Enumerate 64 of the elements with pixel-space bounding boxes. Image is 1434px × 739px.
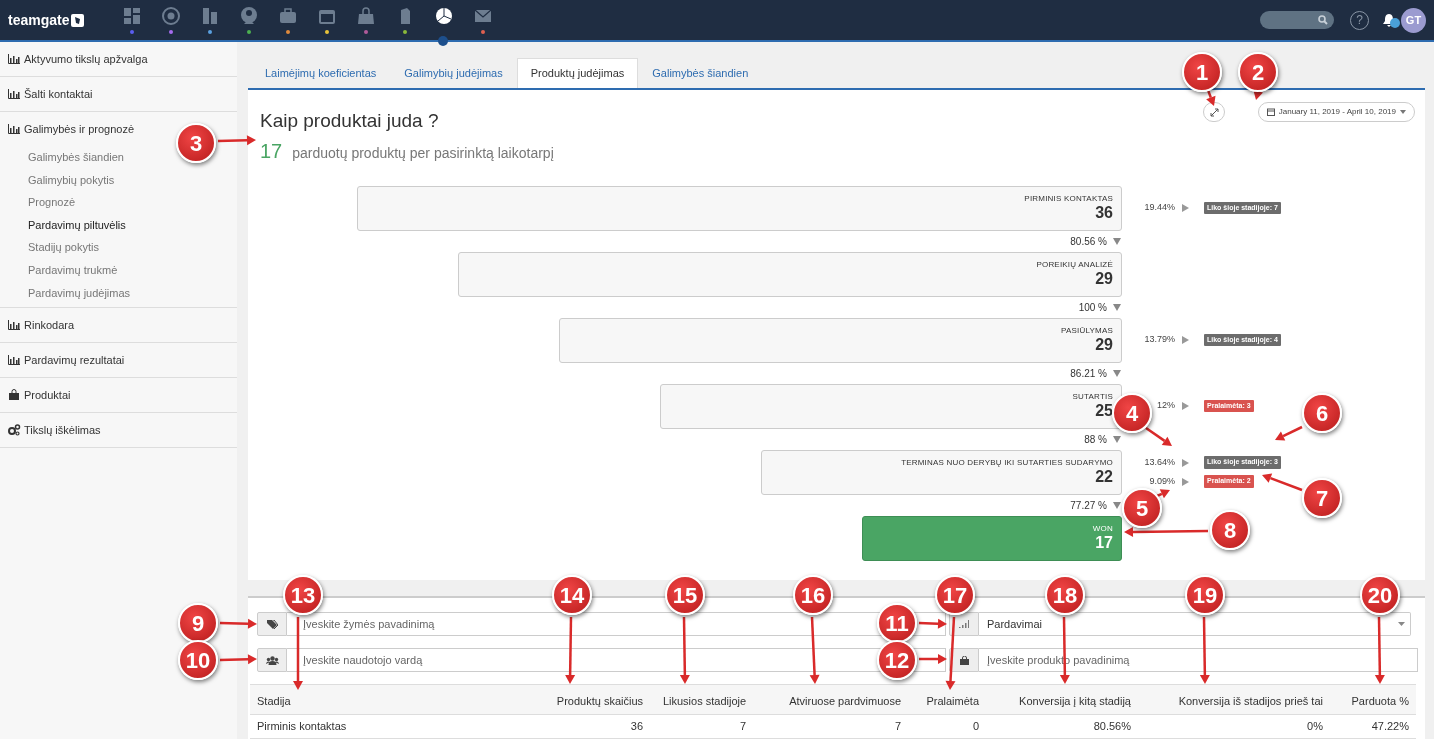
- sidebar-subitem[interactable]: Galimybės šiandien: [0, 146, 124, 169]
- column-header: Konversija iš stadijos prieš tai: [1138, 684, 1330, 715]
- conversion-rate: 88 %: [1084, 432, 1107, 447]
- sidebar-subitem[interactable]: Stadijų pokytis: [0, 236, 99, 259]
- table-cell: 7: [753, 714, 909, 739]
- sidebar-item[interactable]: Rinkodara: [0, 308, 83, 343]
- tab[interactable]: Galimybės šiandien: [638, 58, 763, 88]
- callout-number: 2: [1238, 52, 1278, 92]
- select-field[interactable]: Pardavimai: [979, 612, 1411, 636]
- count-caption: parduotų produktų per pasirinktą laikotarpį: [292, 143, 554, 163]
- table-cell: 47.22%: [1329, 714, 1416, 739]
- column-header: Likusios stadijoje: [650, 684, 754, 715]
- stage-name: POREIKIŲ ANALIZĖ: [1035, 259, 1113, 270]
- column-header: Parduota %: [1329, 684, 1416, 715]
- logo-text: teamgate: [8, 10, 70, 30]
- stage-count: 17: [1094, 533, 1113, 552]
- column-header: Pralaimėta: [908, 684, 986, 715]
- table-cell: 0%: [1138, 714, 1330, 739]
- drop-percent: 19.44%: [1143, 201, 1175, 215]
- stage-name: PASIŪLYMAS: [1060, 325, 1113, 336]
- stage-count: 22: [1094, 467, 1113, 486]
- stage-count: 29: [1094, 335, 1113, 354]
- table-cell: 80.56%: [986, 714, 1138, 739]
- sidebar-item[interactable]: Šalti kontaktai: [0, 77, 101, 111]
- table-cell: 0: [908, 714, 986, 739]
- sidebar-subitem[interactable]: Pardavimų trukmė: [0, 258, 118, 282]
- sidebar-subitem[interactable]: Prognozė: [0, 191, 76, 214]
- stage-name: PIRMINIS KONTAKTAS: [1023, 193, 1113, 204]
- table-cell: 36: [549, 714, 651, 739]
- drop-percent: 13.64%: [1143, 455, 1175, 469]
- drop-percent: 13.79%: [1143, 333, 1175, 347]
- drop-percent: 12%: [1156, 399, 1175, 413]
- sidebar-item[interactable]: Galimybės ir prognozė: [0, 112, 143, 146]
- drop-percent: 9.09%: [1148, 474, 1175, 488]
- stage-count: 36: [1094, 203, 1113, 222]
- callout-number: 1: [1182, 52, 1222, 92]
- sold-count: 17: [260, 138, 283, 164]
- column-header: Atviruose pardvimuose: [753, 684, 909, 715]
- column-header: Stadija: [250, 684, 550, 715]
- tab[interactable]: Laimėjimų koeficientas: [251, 58, 391, 88]
- conversion-rate: 100 %: [1078, 300, 1107, 315]
- stage-count: 29: [1094, 269, 1113, 288]
- table-cell: Pirminis kontaktas: [250, 714, 550, 739]
- conversion-rate: 86.21 %: [1070, 366, 1107, 381]
- sidebar-subitem[interactable]: Galimybių pokytis: [0, 168, 115, 192]
- sidebar-item[interactable]: Tikslų iškėlimas: [0, 413, 109, 448]
- table-cell: 7: [650, 714, 754, 739]
- sidebar-item[interactable]: Produktai: [0, 378, 79, 413]
- stage-count: 25: [1094, 401, 1113, 420]
- sidebar-subitem[interactable]: Pardavimų judėjimas: [0, 281, 131, 305]
- sidebar-item[interactable]: Pardavimų rezultatai: [0, 343, 133, 378]
- date-range-picker[interactable]: January 11, 2019 - April 10, 2019: [1257, 102, 1415, 122]
- conversion-rate: 80.56 %: [1070, 234, 1107, 249]
- sidebar-subitem[interactable]: Pardavimų piltuvėlis: [0, 213, 126, 237]
- stage-name: WON: [1091, 523, 1113, 534]
- report-title: Kaip produktai juda ?: [260, 109, 439, 133]
- tab[interactable]: Produktų judėjimas: [516, 58, 639, 88]
- conversion-rate: 77.27 %: [1070, 498, 1107, 513]
- sidebar-item[interactable]: Aktyvumo tikslų apžvalga: [0, 42, 156, 76]
- column-header: Konversija į kitą stadiją: [986, 684, 1138, 715]
- stage-name: TERMINAS NUO DERYBŲ IKI SUTARTIES SUDARYMO: [900, 457, 1113, 468]
- stage-name: SUTARTIS: [1071, 391, 1113, 402]
- column-header: Produktų skaičius: [549, 684, 651, 715]
- tab[interactable]: Galimybių judėjimas: [390, 58, 517, 88]
